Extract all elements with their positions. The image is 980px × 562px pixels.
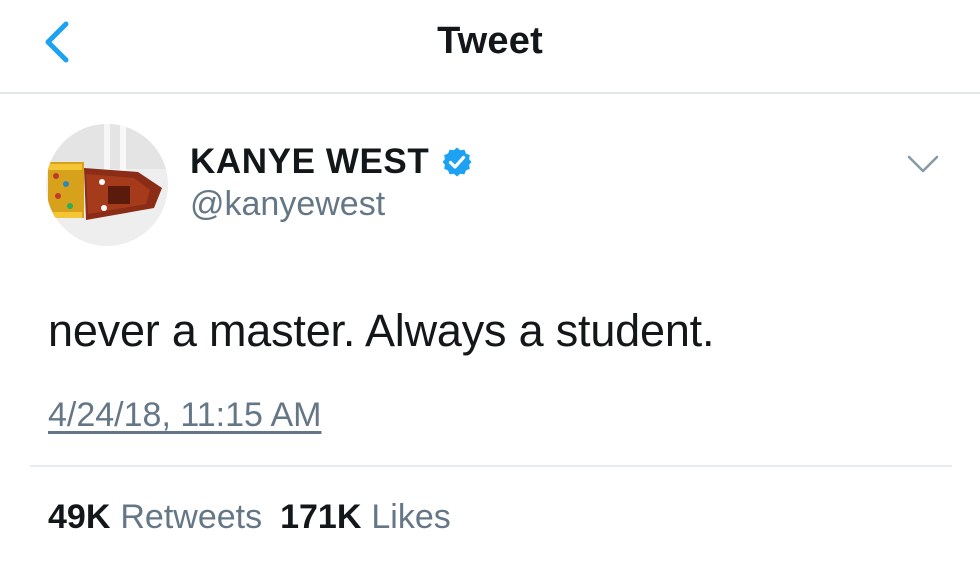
top-bar: Tweet <box>0 0 980 94</box>
verified-badge-icon <box>442 147 472 177</box>
retweets-label: Retweets <box>120 498 263 536</box>
retweets-count: 49K <box>48 498 111 536</box>
likes-count: 171K <box>280 498 362 536</box>
tweet-stats: 49K Retweets 171K Likes <box>48 498 451 537</box>
page-title: Tweet <box>437 20 543 62</box>
retweets-stat[interactable]: 49K Retweets <box>48 498 262 537</box>
author-handle[interactable]: @kanyewest <box>190 185 385 224</box>
tweet-timestamp[interactable]: 4/24/18, 11:15 AM <box>48 396 321 435</box>
author-display-name[interactable]: KANYE WEST <box>190 142 429 182</box>
author-name-row[interactable]: KANYE WEST <box>190 142 473 182</box>
tweet-text: never a master. Always a student. <box>48 305 715 356</box>
likes-label: Likes <box>371 498 451 536</box>
divider <box>30 465 952 467</box>
chevron-down-icon <box>907 155 939 173</box>
avatar-image <box>46 124 168 246</box>
avatar[interactable] <box>46 124 168 246</box>
tweet-menu-button[interactable] <box>906 152 940 176</box>
likes-stat[interactable]: 171K Likes <box>280 498 451 537</box>
